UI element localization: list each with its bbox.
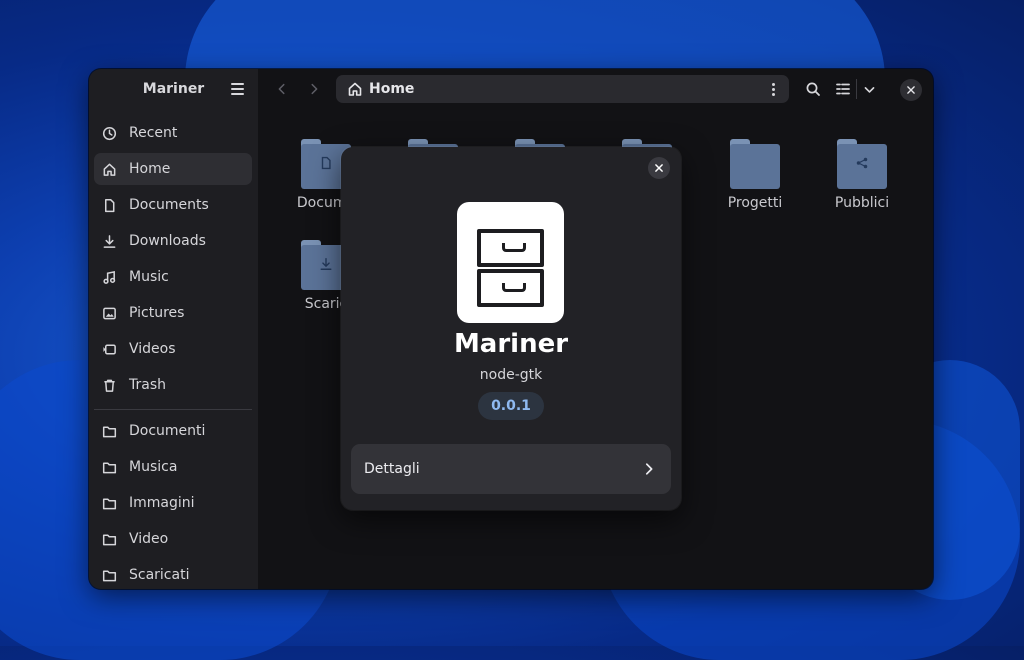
- app-developer: node-gtk: [479, 367, 543, 383]
- search-icon: [806, 82, 820, 96]
- folder-icon: [100, 458, 118, 476]
- sidebar-bookmark-documenti[interactable]: Documenti: [94, 415, 252, 447]
- sidebar-bookmark-video[interactable]: Video: [94, 523, 252, 555]
- sidebar-item-recent[interactable]: Recent: [94, 117, 252, 149]
- sidebar-item-label: Home: [129, 161, 171, 177]
- sidebar-item-label: Documenti: [129, 423, 206, 439]
- folder-icon: [100, 530, 118, 548]
- sidebar-item-label: Documents: [129, 197, 209, 213]
- sidebar-item-trash[interactable]: Trash: [94, 369, 252, 401]
- sidebar-item-label: Musica: [129, 459, 178, 475]
- chevron-right-icon: [641, 461, 657, 477]
- path-bar[interactable]: Home: [336, 75, 789, 103]
- header-bar: Home: [258, 69, 933, 109]
- cabinet-drawer: [477, 269, 544, 307]
- folder-progetti[interactable]: Progetti: [705, 139, 805, 211]
- document-icon: [100, 196, 118, 214]
- sidebar-bookmark-musica[interactable]: Musica: [94, 451, 252, 483]
- sidebar: Mariner Recent Home Documents Downloads …: [89, 69, 258, 589]
- video-icon: [100, 340, 118, 358]
- close-icon: [655, 164, 663, 172]
- download-icon: [100, 232, 118, 250]
- chevron-left-icon: [278, 83, 285, 95]
- sidebar-item-label: Downloads: [129, 233, 206, 249]
- chevron-right-icon: [311, 83, 318, 95]
- sidebar-item-home[interactable]: Home: [94, 153, 252, 185]
- share-emblem-icon: [837, 153, 887, 173]
- folder-pubblici[interactable]: Pubblici: [812, 139, 912, 211]
- sidebar-item-label: Recent: [129, 125, 178, 141]
- cabinet-drawer: [477, 229, 544, 267]
- sidebar-item-label: Trash: [129, 377, 166, 393]
- clock-icon: [100, 124, 118, 142]
- details-label: Dettagli: [364, 461, 420, 477]
- sidebar-item-videos[interactable]: Videos: [94, 333, 252, 365]
- folder-icon: [837, 139, 887, 189]
- sidebar-bookmark-scaricati[interactable]: Scaricati: [94, 559, 252, 589]
- sidebar-bookmark-immagini[interactable]: Immagini: [94, 487, 252, 519]
- view-options-button[interactable]: [860, 79, 878, 99]
- sidebar-header: Mariner: [89, 69, 258, 109]
- file-cabinet-icon: [457, 202, 564, 323]
- app-name: Mariner: [453, 329, 569, 359]
- folder-icon: [100, 566, 118, 584]
- sidebar-separator: [94, 409, 252, 410]
- window-close-button[interactable]: [900, 79, 922, 101]
- picture-icon: [100, 304, 118, 322]
- sidebar-item-label: Video: [129, 531, 169, 547]
- details-row[interactable]: Dettagli: [351, 444, 671, 494]
- search-button[interactable]: [803, 79, 823, 99]
- folder-label: Pubblici: [834, 195, 890, 211]
- view-list-button[interactable]: [832, 79, 854, 99]
- list-view-icon: [836, 83, 850, 95]
- forward-button[interactable]: [304, 79, 324, 99]
- home-icon: [347, 81, 363, 97]
- folder-icon: [100, 494, 118, 512]
- folder-label: Progetti: [727, 195, 783, 211]
- view-separator: [856, 79, 857, 99]
- music-icon: [100, 268, 118, 286]
- trash-icon: [100, 376, 118, 394]
- version-badge[interactable]: 0.0.1: [478, 392, 544, 420]
- sidebar-item-label: Music: [129, 269, 169, 285]
- close-icon: [907, 86, 915, 94]
- sidebar-item-label: Videos: [129, 341, 176, 357]
- back-button[interactable]: [272, 79, 292, 99]
- sidebar-item-label: Scaricati: [129, 567, 190, 583]
- path-label: Home: [369, 81, 415, 97]
- dialog-close-button[interactable]: [648, 157, 670, 179]
- home-icon: [100, 160, 118, 178]
- folder-icon: [730, 139, 780, 189]
- sidebar-item-music[interactable]: Music: [94, 261, 252, 293]
- sidebar-item-label: Immagini: [129, 495, 195, 511]
- path-menu-button[interactable]: [765, 81, 781, 97]
- sidebar-item-documents[interactable]: Documents: [94, 189, 252, 221]
- chevron-down-icon: [864, 86, 874, 93]
- about-dialog: Mariner node-gtk 0.0.1 Dettagli: [341, 147, 681, 510]
- hamburger-menu-button[interactable]: [225, 77, 249, 101]
- folder-icon: [100, 422, 118, 440]
- sidebar-item-pictures[interactable]: Pictures: [94, 297, 252, 329]
- sidebar-item-label: Pictures: [129, 305, 185, 321]
- sidebar-item-downloads[interactable]: Downloads: [94, 225, 252, 257]
